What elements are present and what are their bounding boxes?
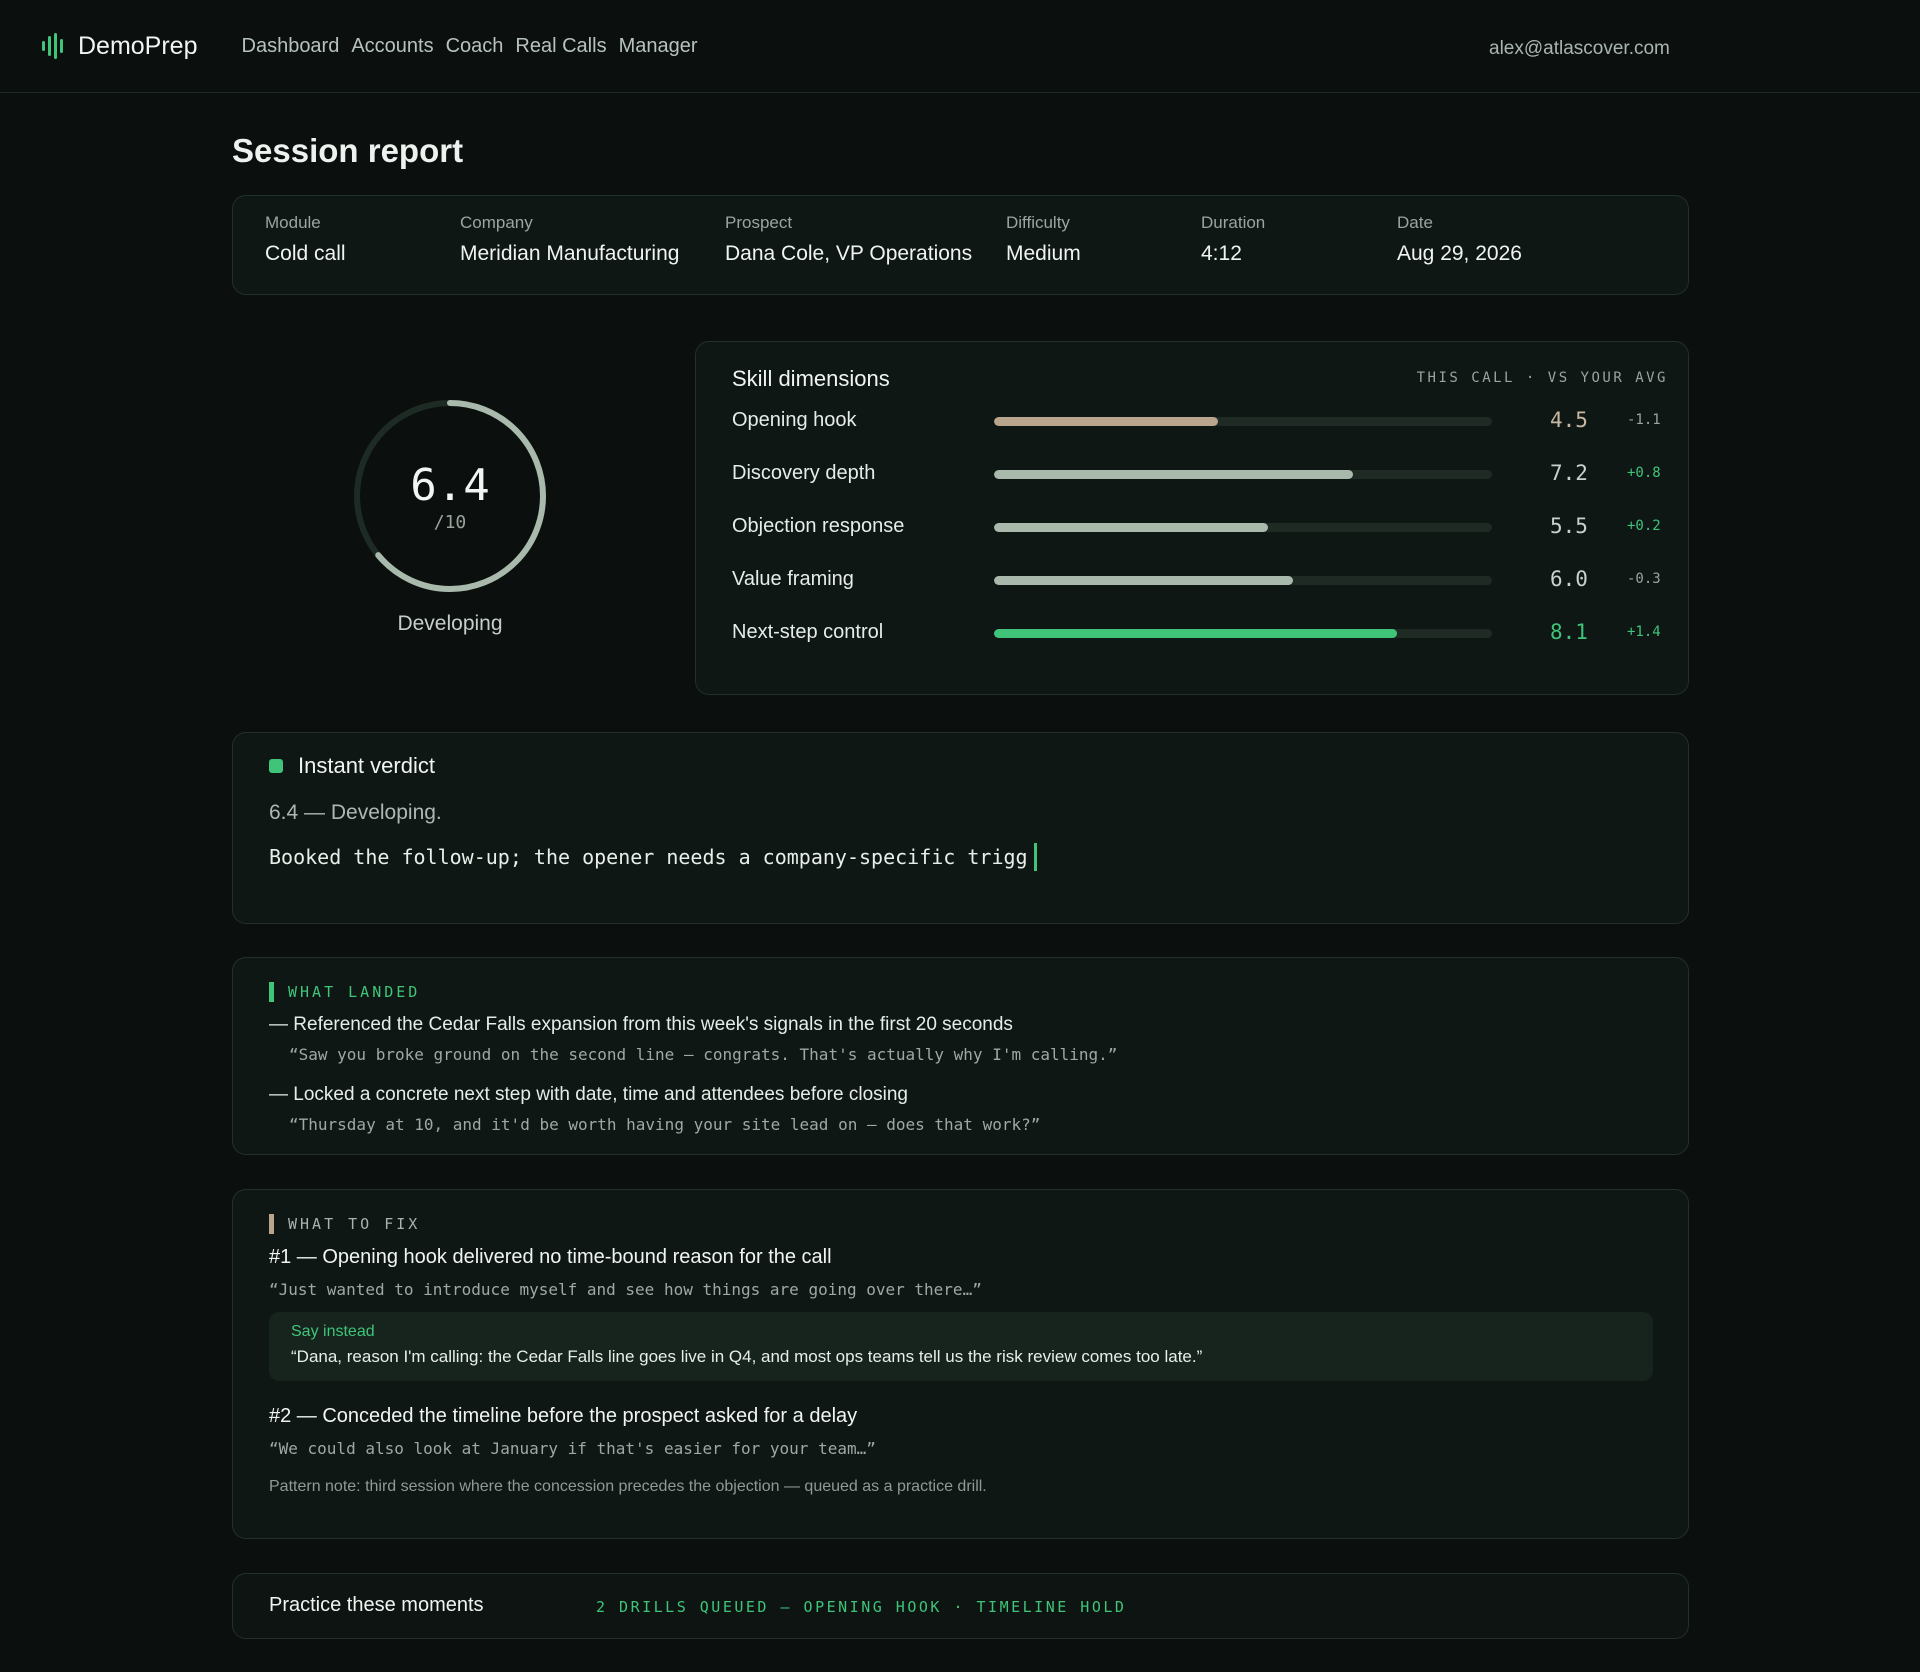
nav-accounts[interactable]: Accounts <box>351 35 433 58</box>
meta-date: Date Aug 29, 2026 <box>1397 213 1597 294</box>
fix-item-title: #1 — Opening hook delivered no time-boun… <box>269 1246 832 1268</box>
brand-name: DemoPrep <box>78 31 198 60</box>
meta-value: 4:12 <box>1201 242 1242 265</box>
practice-title[interactable]: Practice these moments <box>269 1594 484 1617</box>
overall-score-ring: 6.4 /10 <box>352 398 548 594</box>
nav-real-calls[interactable]: Real Calls <box>515 35 606 58</box>
skill-bar-track <box>994 470 1492 479</box>
verdict-typed-text: Booked the follow-up; the opener needs a… <box>269 843 1037 871</box>
score-level: Developing <box>397 612 503 635</box>
what-landed-card: WHAT LANDED — Referenced the Cedar Falls… <box>232 957 1689 1155</box>
fix-item-title: #2 — Conceded the timeline before the pr… <box>269 1405 858 1427</box>
user-email[interactable]: alex@atlascover.com <box>1489 38 1670 60</box>
what-to-fix-label: WHAT TO FIX <box>269 1214 420 1234</box>
skill-score: 4.5 <box>1550 408 1588 432</box>
meta-label: Difficulty <box>1006 213 1070 232</box>
skill-delta: -0.3 <box>1627 571 1661 587</box>
section-accent-bar <box>269 982 274 1002</box>
skill-score: 5.5 <box>1550 514 1588 538</box>
landed-quote: “Saw you broke ground on the second line… <box>289 1045 1118 1064</box>
verdict-title: Instant verdict <box>298 753 435 778</box>
section-label-text: WHAT LANDED <box>288 983 421 1001</box>
skill-name: Discovery depth <box>732 462 876 484</box>
meta-prospect: Prospect Dana Cole, VP Operations <box>725 213 1006 294</box>
waveform-logo-icon <box>41 32 65 60</box>
meta-label: Prospect <box>725 213 793 232</box>
session-meta-card: Module Cold call Company Meridian Manufa… <box>232 195 1689 295</box>
pattern-note: Pattern note: third session where the co… <box>269 1478 987 1495</box>
practice-moments-card[interactable]: Practice these moments 2 DRILLS QUEUED —… <box>232 1573 1689 1639</box>
skill-score: 7.2 <box>1550 461 1588 485</box>
skill-bar-track <box>994 523 1492 532</box>
skill-bar-fill <box>994 417 1219 426</box>
skill-bar-track <box>994 629 1492 638</box>
skill-name: Opening hook <box>732 409 857 431</box>
what-landed-label: WHAT LANDED <box>269 982 420 1002</box>
meta-module: Module Cold call <box>265 213 460 294</box>
skill-score: 8.1 <box>1550 620 1588 644</box>
fix-item-quote: “We could also look at January if that's… <box>269 1439 876 1458</box>
skill-row-value-framing: Value framing 6.0 -0.3 <box>732 566 1662 596</box>
skill-delta: +0.2 <box>1627 518 1661 534</box>
skill-row-objection-response: Objection response 5.5 +0.2 <box>732 513 1662 543</box>
say-instead-text: “Dana, reason I'm calling: the Cedar Fal… <box>291 1347 1203 1366</box>
meta-value: Meridian Manufacturing <box>460 242 680 265</box>
drills-queued-status: 2 DRILLS QUEUED — OPENING HOOK · TIMELIN… <box>596 1598 1127 1616</box>
meta-label: Date <box>1397 213 1433 232</box>
skill-bar-fill <box>994 629 1398 638</box>
skill-name: Next-step control <box>732 621 884 643</box>
skill-delta: +1.4 <box>1627 624 1661 640</box>
skills-legend: THIS CALL · VS YOUR AVG <box>1416 370 1668 386</box>
section-accent-bar <box>269 1214 274 1234</box>
skill-row-discovery-depth: Discovery depth 7.2 +0.8 <box>732 460 1662 490</box>
say-instead-label: Say instead <box>291 1323 375 1340</box>
skill-dimensions-card: Skill dimensions THIS CALL · VS YOUR AVG… <box>695 341 1689 695</box>
landed-quote: “Thursday at 10, and it'd be worth havin… <box>289 1115 1041 1134</box>
brand[interactable]: DemoPrep <box>41 32 198 61</box>
skill-bar-fill <box>994 523 1268 532</box>
meta-label: Company <box>460 213 533 232</box>
skill-bar-track <box>994 417 1492 426</box>
main-nav: Dashboard Accounts Coach Real Calls Mana… <box>242 35 698 58</box>
what-to-fix-card: WHAT TO FIX #1 — Opening hook delivered … <box>232 1189 1689 1539</box>
meta-value: Dana Cole, VP Operations <box>725 242 973 265</box>
page-title: Session report <box>232 132 464 169</box>
meta-label: Module <box>265 213 321 232</box>
skill-bar-fill <box>994 470 1353 479</box>
score-out-of: /10 <box>433 512 467 533</box>
skill-bar-fill <box>994 576 1293 585</box>
instant-verdict-card: Instant verdict 6.4 — Developing. Booked… <box>232 732 1689 924</box>
meta-value: Aug 29, 2026 <box>1397 242 1522 265</box>
meta-label: Duration <box>1201 213 1266 232</box>
nav-coach[interactable]: Coach <box>446 35 504 58</box>
skill-delta: +0.8 <box>1627 465 1661 481</box>
skill-name: Objection response <box>732 515 905 537</box>
meta-value: Medium <box>1006 242 1081 265</box>
verdict-summary: 6.4 — Developing. <box>269 801 442 824</box>
status-dot-icon <box>269 759 283 773</box>
meta-value: Cold call <box>265 242 346 265</box>
skill-name: Value framing <box>732 568 854 590</box>
top-nav-bar: DemoPrep Dashboard Accounts Coach Real C… <box>0 0 1920 93</box>
nav-dashboard[interactable]: Dashboard <box>242 35 340 58</box>
verdict-typed-line: Booked the follow-up; the opener needs a… <box>269 845 1028 869</box>
score-value: 6.4 <box>410 460 490 511</box>
landed-item: — Locked a concrete next step with date,… <box>269 1084 908 1105</box>
meta-duration: Duration 4:12 <box>1201 213 1397 294</box>
skills-title: Skill dimensions <box>732 366 890 391</box>
nav-manager[interactable]: Manager <box>619 35 698 58</box>
landed-item: — Referenced the Cedar Falls expansion f… <box>269 1014 1013 1035</box>
skill-score: 6.0 <box>1550 567 1588 591</box>
meta-company: Company Meridian Manufacturing <box>460 213 725 294</box>
skill-delta: -1.1 <box>1627 412 1661 428</box>
skill-row-next-step-control: Next-step control 8.1 +1.4 <box>732 619 1662 649</box>
section-label-text: WHAT TO FIX <box>288 1215 421 1233</box>
meta-difficulty: Difficulty Medium <box>1006 213 1201 294</box>
skill-bar-track <box>994 576 1492 585</box>
skill-row-opening-hook: Opening hook 4.5 -1.1 <box>732 407 1662 437</box>
typing-cursor-icon <box>1033 843 1037 871</box>
say-instead-box: Say instead “Dana, reason I'm calling: t… <box>269 1312 1653 1381</box>
fix-item-quote: “Just wanted to introduce myself and see… <box>269 1280 982 1299</box>
